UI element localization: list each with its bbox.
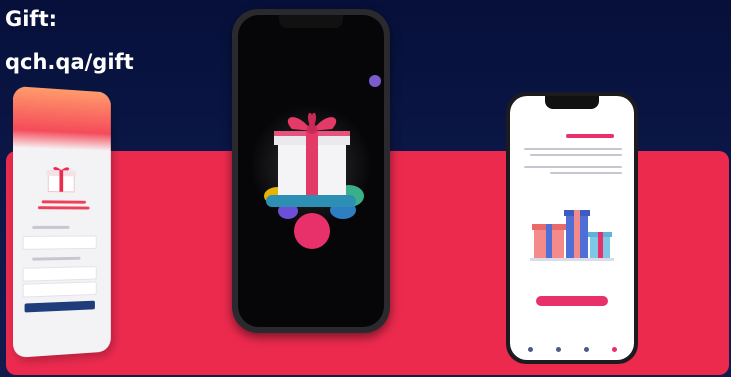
right-title-line bbox=[566, 134, 614, 138]
phone-middle-screen bbox=[238, 15, 384, 327]
gift-boxes-icon bbox=[530, 210, 614, 261]
gift-box-icon bbox=[274, 112, 350, 197]
right-text-line bbox=[530, 154, 622, 156]
right-text-line bbox=[524, 166, 622, 168]
left-input-field[interactable] bbox=[22, 266, 97, 282]
right-text-line bbox=[550, 172, 622, 174]
left-text-line bbox=[32, 256, 81, 261]
left-accent-line bbox=[37, 206, 90, 210]
offer-pill-button[interactable] bbox=[266, 195, 356, 207]
open-gift-button[interactable] bbox=[294, 213, 330, 249]
right-gift-button[interactable] bbox=[536, 296, 608, 306]
headline-gift: Gift: bbox=[5, 7, 58, 31]
nav-search-icon[interactable] bbox=[556, 347, 561, 352]
phone-middle-mockup bbox=[232, 9, 390, 333]
phone-left-header bbox=[13, 86, 111, 152]
phone-right-screen bbox=[510, 96, 634, 360]
nav-profile-icon[interactable] bbox=[612, 347, 617, 352]
headline-url: qch.qa/gift bbox=[5, 50, 134, 74]
phone-notch bbox=[545, 96, 599, 109]
phone-left-mockup bbox=[13, 86, 111, 358]
badge-dot-icon bbox=[369, 75, 381, 87]
left-input-field[interactable] bbox=[22, 281, 97, 298]
phone-right-mockup bbox=[506, 92, 638, 364]
left-input-field[interactable] bbox=[22, 235, 97, 250]
right-text-line bbox=[524, 148, 622, 150]
left-accent-line bbox=[41, 200, 86, 204]
gift-box-icon bbox=[45, 166, 76, 193]
nav-orders-icon[interactable] bbox=[584, 347, 589, 352]
left-text-line bbox=[32, 225, 70, 229]
phone-notch bbox=[279, 15, 343, 28]
left-submit-button[interactable] bbox=[24, 300, 95, 313]
nav-home-icon[interactable] bbox=[528, 347, 533, 352]
